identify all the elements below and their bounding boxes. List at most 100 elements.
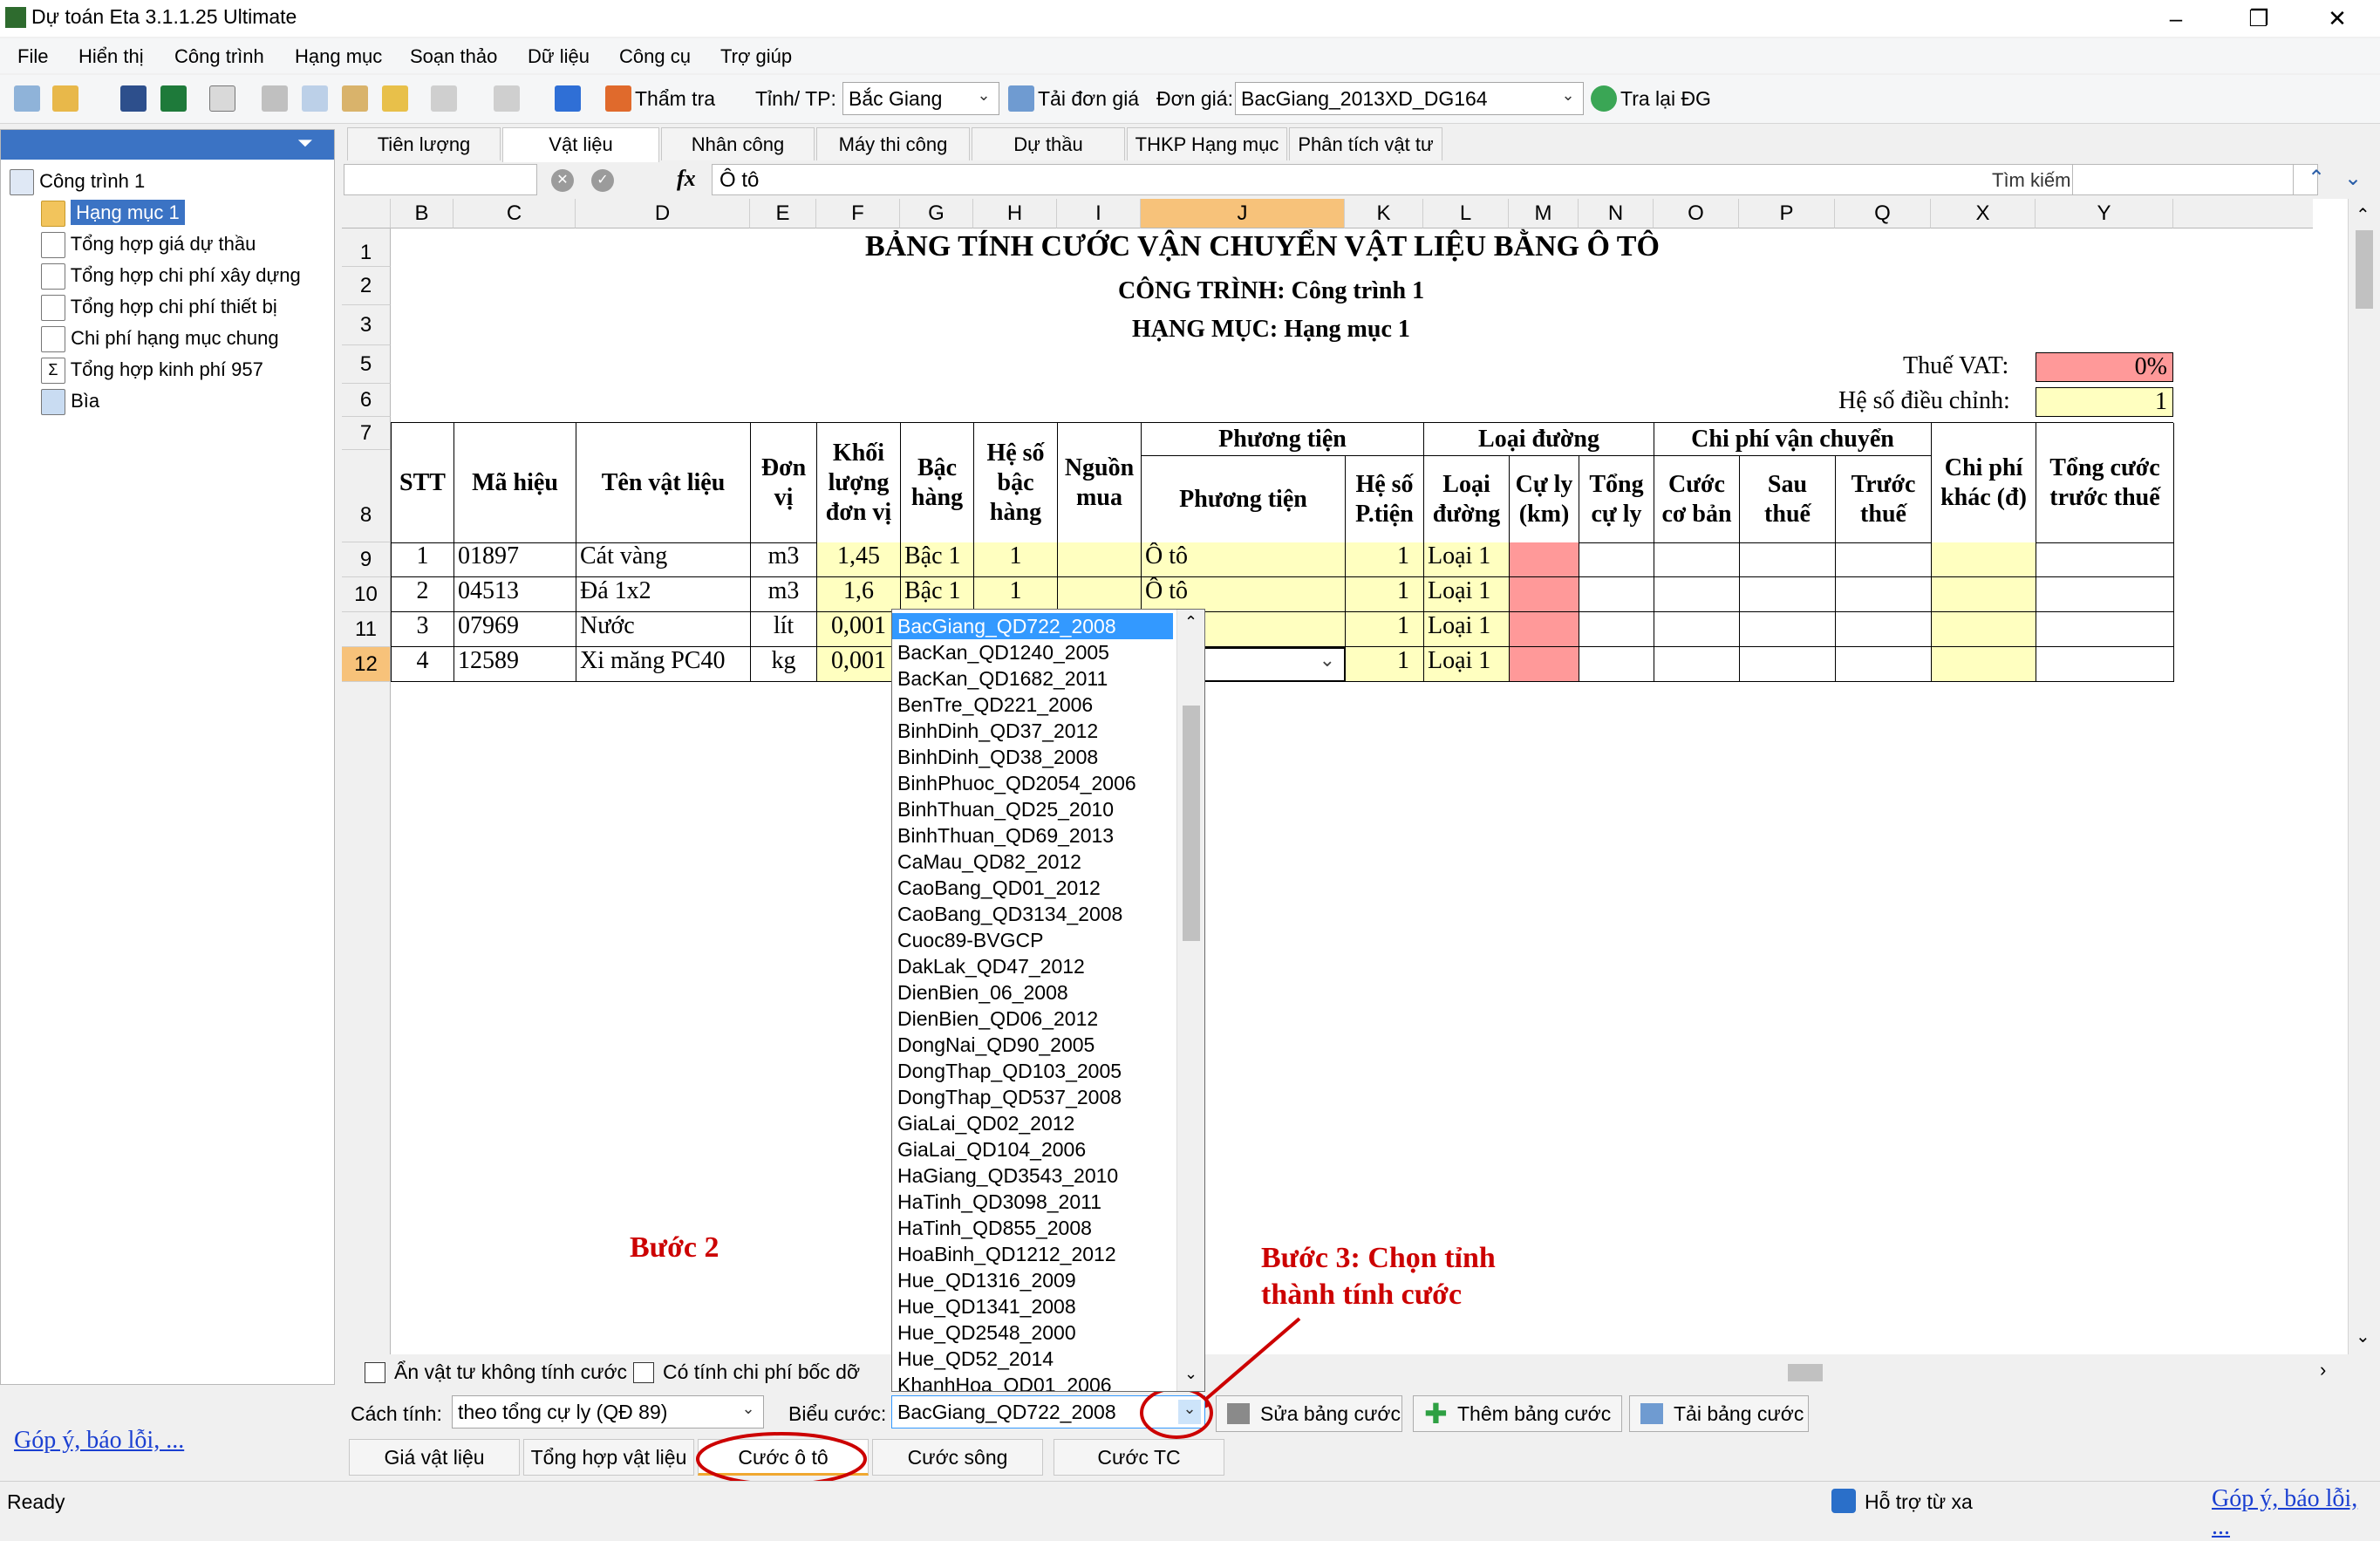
dropdown-option[interactable]: GiaLai_QD02_2012 [897, 1110, 1074, 1136]
feedback-link-left[interactable]: Góp ý, báo lỗi, ... [14, 1427, 184, 1455]
tree-item-equipment-cost[interactable]: Tổng hợp chi phí thiết bị [41, 292, 277, 322]
cell-name[interactable]: Xi măng PC40 [576, 647, 751, 682]
format-painter-icon[interactable] [382, 85, 408, 112]
tab-river-freight[interactable]: Cước sông [872, 1439, 1043, 1476]
dropdown-option[interactable]: Cuoc89-BVGCP [897, 927, 1043, 953]
paste-icon[interactable] [342, 85, 368, 112]
cell-quantity[interactable]: 1,6 [817, 577, 901, 612]
cell-road[interactable]: Loại 1 [1424, 577, 1510, 612]
cell-distance[interactable] [1510, 647, 1579, 682]
dropdown-option[interactable]: BinhDinh_QD38_2008 [897, 744, 1098, 770]
row-header-10[interactable]: 10 [342, 577, 391, 612]
cell-total[interactable] [2036, 647, 2174, 682]
refresh-icon[interactable] [1591, 85, 1617, 112]
search-down-icon[interactable]: ⌄ [2337, 166, 2369, 194]
horizontal-scrollbar[interactable]: › [1779, 1357, 2348, 1388]
cell-vehicle-coef[interactable]: 1 [1346, 647, 1424, 682]
col-header-p[interactable]: P [1739, 199, 1835, 228]
spreadsheet[interactable]: B C D E F G H I J K L M N O P Q X Y 1 2 … [342, 199, 2348, 1354]
menu-project[interactable]: Công trình [174, 45, 264, 68]
method-select[interactable]: theo tổng cự ly (QĐ 89) ⌄ [452, 1395, 764, 1428]
redo-icon[interactable] [494, 85, 520, 112]
row-header-8[interactable]: 8 [342, 450, 391, 542]
cell-vehicle-coef[interactable]: 1 [1346, 577, 1424, 612]
menu-view[interactable]: Hiển thị [78, 45, 144, 68]
scroll-thumb[interactable] [1788, 1364, 1823, 1381]
cell-unit[interactable]: m3 [751, 577, 817, 612]
row-header-5[interactable]: 5 [342, 345, 391, 384]
scroll-up-icon[interactable]: ⌃ [2356, 204, 2370, 226]
load-price-button[interactable]: Tải đơn giá [1038, 87, 1139, 111]
col-header-d[interactable]: D [576, 199, 750, 228]
cell-total[interactable] [2036, 612, 2174, 647]
cell-unit[interactable]: kg [751, 647, 817, 682]
dropdown-option[interactable]: DongThap_QD537_2008 [897, 1084, 1122, 1110]
cell-base-rate[interactable] [1654, 612, 1740, 647]
dropdown-option[interactable]: BinhPhuoc_QD2054_2006 [897, 770, 1136, 796]
menu-item[interactable]: Hạng mục [295, 45, 382, 68]
price-select[interactable]: BacGiang_2013XD_DG164 ⌄ [1235, 82, 1584, 115]
cell-after-tax[interactable] [1740, 612, 1836, 647]
cell-distance[interactable] [1510, 612, 1579, 647]
cell-grade-coef[interactable]: 1 [974, 577, 1058, 612]
col-header-m[interactable]: M [1509, 199, 1579, 228]
dropdown-scrollbar[interactable]: ⌃ ⌄ [1176, 610, 1204, 1391]
cell-after-tax[interactable] [1740, 542, 1836, 577]
col-header-k[interactable]: K [1345, 199, 1423, 228]
corner-cell[interactable] [342, 199, 391, 228]
save-icon[interactable] [120, 85, 147, 112]
cell-vehicle[interactable]: Ô tô [1142, 577, 1346, 612]
run-icon[interactable] [555, 85, 581, 112]
tree-item-category[interactable]: Hạng mục 1 [41, 198, 185, 228]
dropdown-option[interactable]: KhanhHoa_QD01_2006 [897, 1372, 1112, 1391]
cell-after-tax[interactable] [1740, 647, 1836, 682]
minimize-icon[interactable]: – [2137, 0, 2215, 37]
check-button[interactable]: Thẩm tra [635, 87, 715, 111]
col-header-i[interactable]: I [1057, 199, 1141, 228]
menu-edit[interactable]: Soạn thảo [410, 45, 497, 68]
tree-item-cover[interactable]: Bìa [41, 386, 99, 416]
download-icon[interactable] [1008, 85, 1034, 112]
dropdown-option[interactable]: CaoBang_QD01_2012 [897, 875, 1101, 901]
menu-file[interactable]: File [17, 45, 48, 68]
cell-vehicle[interactable]: Ô tô [1142, 542, 1346, 577]
tree-item-budget-957[interactable]: Σ Tổng hợp kinh phí 957 [41, 355, 263, 385]
cell-code[interactable]: 04513 [454, 577, 576, 612]
cell-before-tax[interactable] [1836, 612, 1932, 647]
cell-quantity[interactable]: 0,001 [817, 612, 901, 647]
tree-item-construction-cost[interactable]: Tổng hợp chi phí xây dựng [41, 261, 301, 290]
dropdown-option[interactable]: HaTinh_QD855_2008 [897, 1215, 1092, 1241]
adjust-value[interactable]: 1 [2036, 387, 2173, 417]
tab-category-summary[interactable]: THKP Hạng mục [1127, 127, 1287, 160]
cell-source[interactable] [1058, 542, 1142, 577]
col-header-q[interactable]: Q [1835, 199, 1931, 228]
row-header-1[interactable]: 1 [342, 228, 391, 267]
cell-source[interactable] [1058, 577, 1142, 612]
dropdown-option[interactable]: HaGiang_QD3543_2010 [897, 1163, 1118, 1189]
dropdown-option[interactable]: DakLak_QD47_2012 [897, 953, 1085, 979]
cell-stt[interactable]: 3 [392, 612, 454, 647]
cell-unit[interactable]: m3 [751, 542, 817, 577]
chevron-down-icon[interactable]: ⌄ [1320, 649, 1335, 672]
dropdown-option[interactable]: HoaBinh_QD1212_2012 [897, 1241, 1116, 1267]
add-rate-button[interactable]: ✚ Thêm bảng cước [1413, 1395, 1622, 1432]
tab-labor[interactable]: Nhân công [661, 127, 815, 160]
new-icon[interactable] [14, 85, 40, 112]
menu-data[interactable]: Dữ liệu [528, 45, 590, 68]
cell-name[interactable]: Cát vàng [576, 542, 751, 577]
scroll-up-icon[interactable]: ⌃ [1184, 613, 1197, 631]
col-header-y[interactable]: Y [2036, 199, 2173, 228]
row-header-3[interactable]: 3 [342, 305, 391, 345]
tree-item-bid-summary[interactable]: Tổng hợp giá dự thầu [41, 229, 256, 259]
cell-total[interactable] [2036, 577, 2174, 612]
cell-vehicle-coef[interactable]: 1 [1346, 612, 1424, 647]
row-header-11[interactable]: 11 [342, 612, 391, 647]
dropdown-option[interactable]: BacGiang_QD722_2008 [892, 613, 1173, 639]
row-header-12[interactable]: 12 [342, 647, 391, 682]
cell-code[interactable]: 01897 [454, 542, 576, 577]
col-header-g[interactable]: G [900, 199, 973, 228]
dropdown-option[interactable]: Hue_QD2548_2000 [897, 1319, 1076, 1346]
lookup-button[interactable]: Tra lại ĐG [1620, 87, 1711, 111]
close-icon[interactable]: ✕ [2298, 0, 2377, 37]
col-header-f[interactable]: F [816, 199, 900, 228]
